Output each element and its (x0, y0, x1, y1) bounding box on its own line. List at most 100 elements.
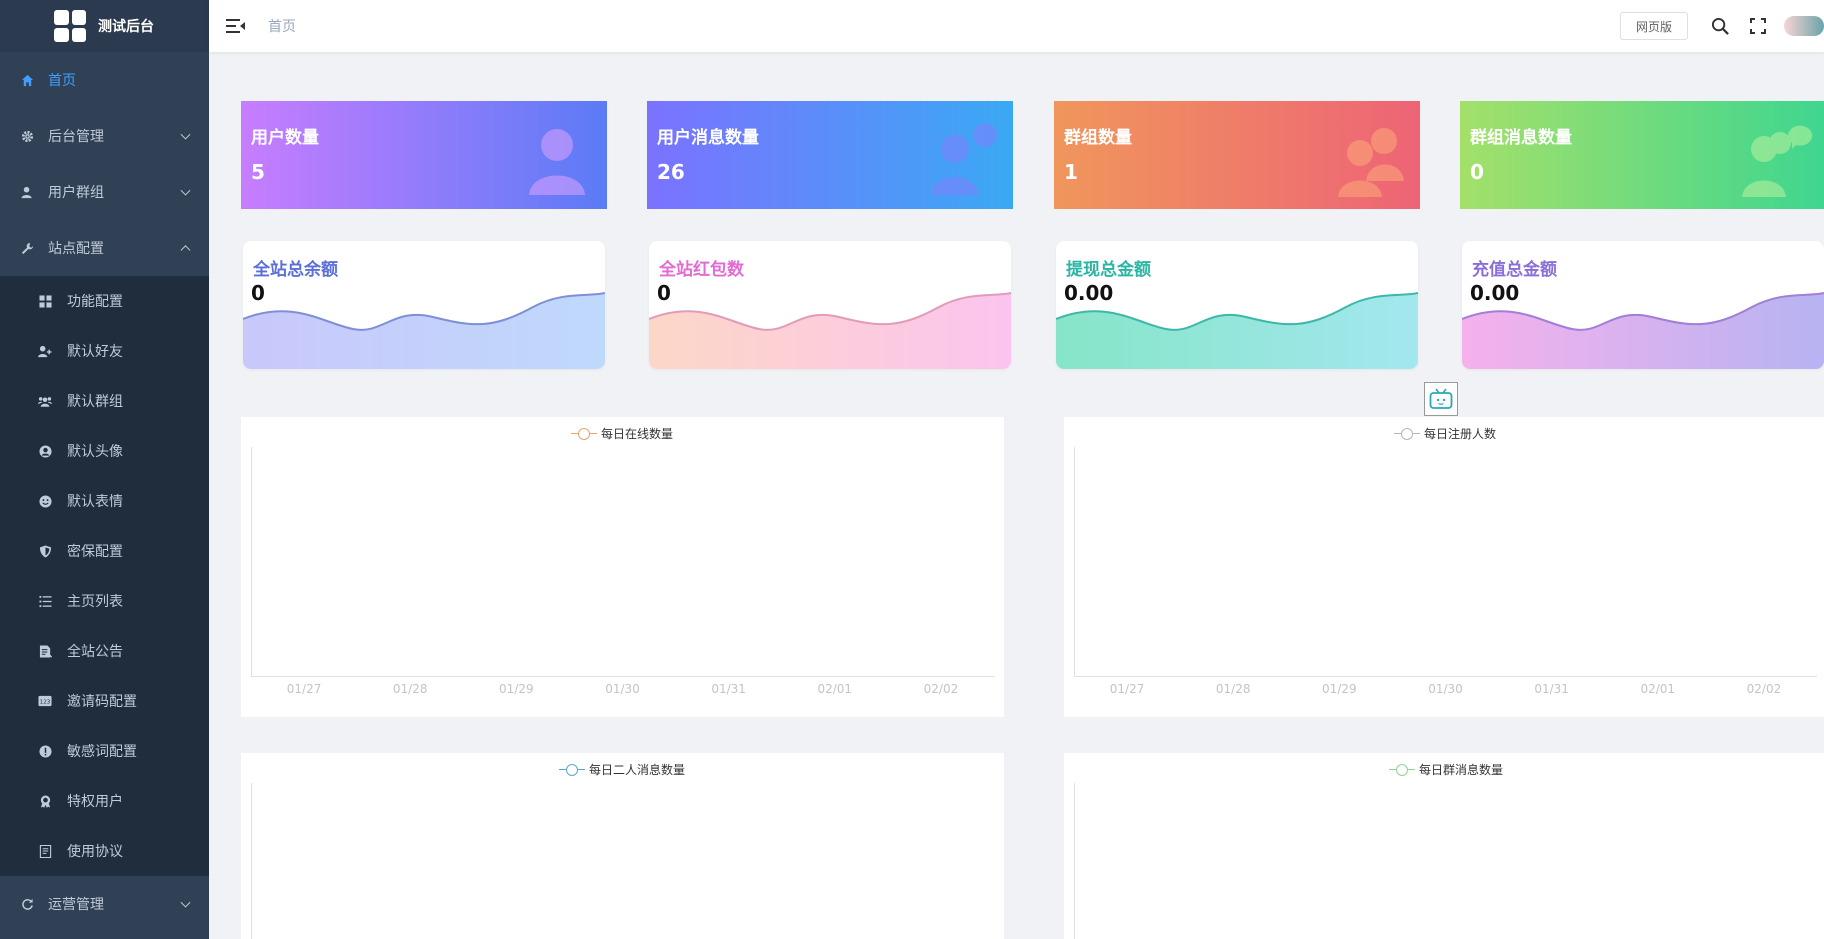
submenu-item-default-avatar[interactable]: 默认头像 (0, 426, 209, 476)
header-actions: 网页版 (1619, 0, 1824, 52)
chevron-up-icon (180, 245, 191, 256)
sidebar-item-label: 首页 (48, 73, 76, 89)
wave-decoration (1462, 292, 1824, 369)
group-chat-icon (1742, 125, 1813, 197)
x-tick-label: 01/31 (711, 682, 746, 696)
legend-label: 每日二人消息数量 (589, 763, 686, 777)
x-tick-label: 01/28 (392, 682, 428, 696)
home-icon (20, 73, 34, 87)
top-header: 首页 网页版 (209, 0, 1824, 52)
y-axis (251, 447, 252, 677)
tv-icon[interactable] (1424, 382, 1458, 416)
avatar-icon (38, 444, 52, 458)
submenu-item-site-notice[interactable]: 全站公告 (0, 626, 209, 676)
stat-card-group-messages: 群组消息数量 0 (1460, 101, 1824, 209)
submenu-item-default-friends[interactable]: 默认好友 (0, 326, 209, 376)
sidebar-item-label: 运营管理 (48, 897, 104, 913)
menu-toggle-icon[interactable] (226, 19, 245, 33)
web-version-button[interactable]: 网页版 (1619, 12, 1688, 40)
sidebar-item-operations[interactable]: 运营管理 (0, 876, 209, 932)
gear-icon (20, 129, 34, 143)
legend-marker-icon (1394, 427, 1420, 440)
fullscreen-icon[interactable] (1746, 14, 1770, 38)
chart-daily-online: 每日在线数量 01/27 01/28 01/29 01/30 01/31 02/01 02/… (241, 417, 1004, 717)
x-tick-label: 01/27 (286, 682, 322, 696)
y-axis (1074, 447, 1075, 677)
summary-label: 充值总金额 (1472, 260, 1557, 280)
submenu-item-invite-code[interactable]: 123 邀请码配置 (0, 676, 209, 726)
sidebar-item-admin[interactable]: 后台管理 (0, 108, 209, 164)
site-config-submenu: 功能配置 默认好友 默认群组 默认头像 默认表情 密保配置 主页列表 全站公告 (0, 276, 209, 876)
submenu-item-label: 特权用户 (67, 794, 123, 810)
wave-decoration (1056, 292, 1418, 369)
sidebar-item-home[interactable]: 首页 (0, 52, 209, 108)
summary-label: 提现总金额 (1066, 260, 1151, 280)
group-icon (38, 394, 52, 408)
submenu-item-usage-agreement[interactable]: 使用协议 (0, 826, 209, 876)
chart-legend[interactable]: 每日注册人数 (1394, 425, 1496, 442)
y-axis (1074, 783, 1075, 939)
y-axis (251, 783, 252, 939)
x-tick-label: 02/02 (1746, 682, 1782, 696)
chevron-down-icon (180, 185, 191, 196)
x-tick-label: 01/27 (1109, 682, 1145, 696)
smile-icon (38, 494, 52, 508)
chart-legend[interactable]: 每日群消息数量 (1389, 761, 1503, 778)
document-icon (38, 844, 52, 858)
sidebar-item-user-group[interactable]: 用户群组 (0, 164, 209, 220)
user-avatar[interactable] (1784, 16, 1824, 36)
x-tick-label: 02/01 (1640, 682, 1676, 696)
x-tick-label: 01/30 (605, 682, 640, 696)
x-tick-label: 01/28 (1215, 682, 1251, 696)
chart-daily-group-messages: 每日群消息数量 (1064, 753, 1824, 939)
sidebar-item-site-config[interactable]: 站点配置 (0, 220, 209, 276)
chart-legend[interactable]: 每日二人消息数量 (559, 761, 685, 778)
sidebar-item-label: 站点配置 (48, 241, 104, 257)
list-icon (38, 594, 52, 608)
breadcrumb[interactable]: 首页 (268, 16, 296, 36)
submenu-item-homepage-list[interactable]: 主页列表 (0, 576, 209, 626)
x-tick-label: 01/29 (1322, 682, 1357, 696)
submenu-item-label: 默认表情 (67, 494, 123, 510)
summary-card-recharges: 充值总金额 0.00 (1462, 241, 1824, 369)
code-icon: 123 (38, 694, 52, 708)
x-tick-label: 02/01 (817, 682, 853, 696)
legend-label: 每日群消息数量 (1419, 763, 1504, 777)
search-icon[interactable] (1708, 14, 1732, 38)
group-icon (1338, 128, 1404, 197)
chevron-down-icon (180, 897, 191, 908)
chart-daily-registrations: 每日注册人数 01/27 01/28 01/29 01/30 01/31 02/01 02/… (1064, 417, 1824, 717)
sidebar: 测试后台 首页 后台管理 用户群组 站点配置 功能配置 默认好友 默认群组 默认… (0, 0, 209, 939)
submenu-item-label: 密保配置 (67, 544, 123, 560)
submenu-item-label: 敏感词配置 (67, 744, 137, 760)
user-add-icon (38, 344, 52, 358)
logo-icon (54, 10, 86, 42)
logo[interactable]: 测试后台 (0, 0, 209, 52)
user-icon (20, 185, 34, 199)
submenu-item-label: 邀请码配置 (67, 694, 137, 710)
submenu-item-label: 默认好友 (67, 344, 123, 360)
chart-daily-private-messages: 每日二人消息数量 (241, 753, 1004, 939)
submenu-item-default-groups[interactable]: 默认群组 (0, 376, 209, 426)
submenu-item-feature-config[interactable]: 功能配置 (0, 276, 209, 326)
submenu-item-security-config[interactable]: 密保配置 (0, 526, 209, 576)
submenu-item-label: 默认头像 (67, 444, 123, 460)
summary-label: 全站总余额 (253, 260, 338, 280)
badge-icon (38, 794, 52, 808)
notice-icon (38, 644, 52, 658)
legend-marker-icon (571, 427, 597, 440)
x-tick-label: 02/02 (923, 682, 959, 696)
x-axis (1074, 676, 1817, 677)
submenu-item-label: 主页列表 (67, 594, 123, 610)
refresh-icon (20, 897, 34, 911)
submenu-item-privileged-users[interactable]: 特权用户 (0, 776, 209, 826)
submenu-item-sensitive-words[interactable]: 敏感词配置 (0, 726, 209, 776)
sidebar-item-label: 后台管理 (48, 129, 104, 145)
submenu-item-default-emoji[interactable]: 默认表情 (0, 476, 209, 526)
chart-legend[interactable]: 每日在线数量 (571, 425, 673, 442)
x-axis (251, 676, 994, 677)
chevron-down-icon (180, 129, 191, 140)
summary-card-balance: 全站总余额 0 (243, 241, 605, 369)
alert-icon (38, 744, 52, 758)
svg-text:123: 123 (40, 699, 51, 705)
